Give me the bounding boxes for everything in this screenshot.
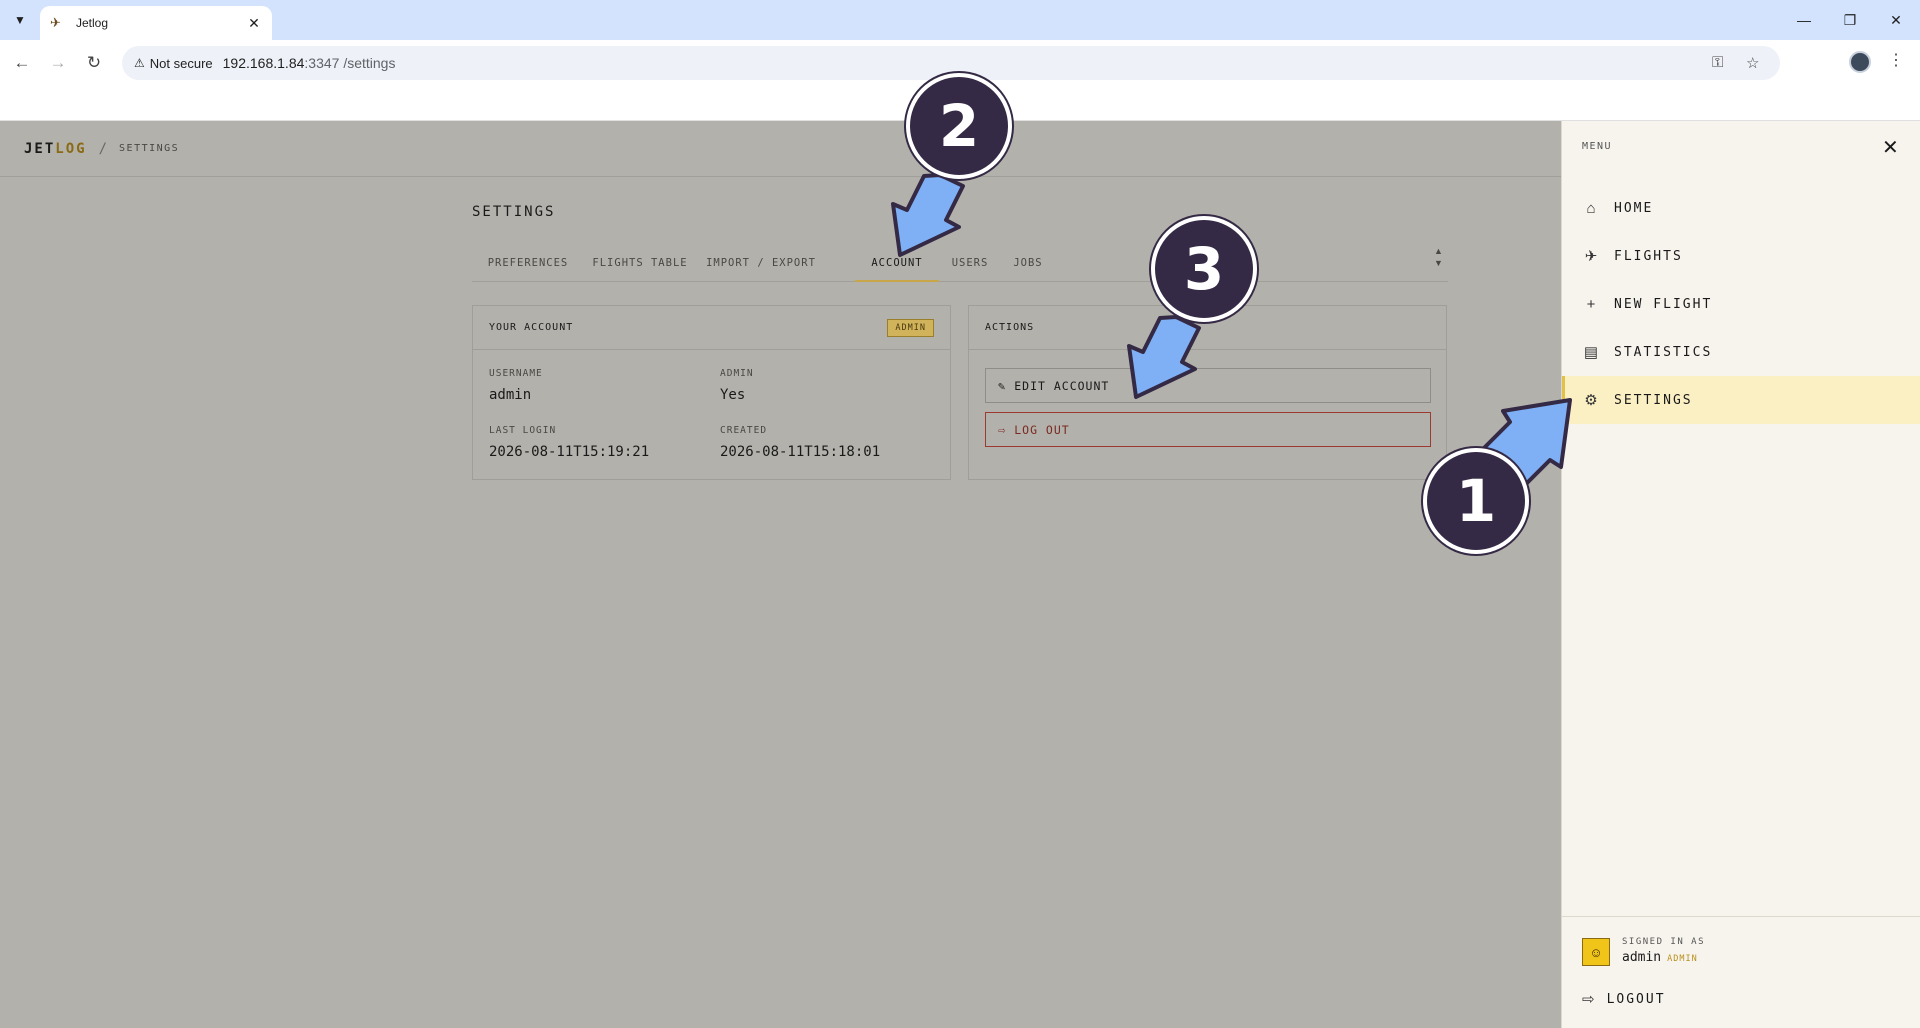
brand-logo[interactable]: JETLOG [24,141,87,157]
minimize-icon[interactable]: — [1784,8,1824,32]
close-menu-icon[interactable]: ✕ [1882,135,1899,160]
menu-item-settings[interactable]: ⚙ SETTINGS [1562,376,1920,424]
user-avatar-icon: ☺ [1582,938,1610,966]
bar-chart-icon: ▤ [1583,344,1599,361]
forward-icon[interactable]: → [44,49,72,77]
logout-icon: ⇨ [998,422,1007,437]
menu-label: MENU [1582,141,1613,152]
tab-preferences[interactable]: PREFERENCES [472,249,584,282]
admin-field: ADMIN Yes [720,368,754,403]
menu-logout-button[interactable]: ⇨ LOGOUT [1582,990,1666,1008]
password-key-icon[interactable]: ⚿ [1712,54,1723,71]
tabs-scroll-icon[interactable]: ▲ ▼ [1434,245,1443,269]
pencil-icon: ✎ [998,378,1007,393]
annotation-step-1: 1 [1423,448,1529,554]
tab-search-chevron-icon[interactable]: ▼ [6,8,34,32]
security-indicator[interactable]: ⚠ Not secure [134,56,213,71]
logout-icon: ⇨ [1582,991,1595,1008]
back-icon[interactable]: ← [8,49,36,77]
admin-badge: ADMIN [887,318,934,337]
plane-icon: ✈ [1584,248,1598,265]
tab-account[interactable]: ACCOUNT [855,249,939,282]
profile-avatar[interactable] [1849,51,1871,73]
plane-favicon-icon: ✈ [50,15,61,30]
browser-tabstrip: ▼ ✈ Jetlog ✕ — ❐ ✕ [0,0,1920,40]
user-role: ADMIN [1667,954,1698,964]
tab-title: Jetlog [76,16,109,30]
bookmark-star-icon[interactable]: ☆ [1746,54,1759,72]
tab-flights-table[interactable]: FLIGHTS TABLE [584,249,696,282]
created-field: CREATED 2026-08-11T15:18:01 [720,425,881,460]
app-viewport: JETLOG / SETTINGS SETTINGS PREFERENCES F… [0,121,1920,1028]
annotation-step-3: 3 [1151,216,1257,322]
tab-close-icon[interactable]: ✕ [246,15,262,32]
your-account-card: YOUR ACCOUNT ADMIN USERNAME admin ADMIN … [472,305,951,480]
last-login-field: LAST LOGIN 2026-08-11T15:19:21 [489,425,650,460]
url-path: :3347 /settings [304,55,396,71]
url-host: 192.168.1.84 [222,55,305,71]
signed-in-label: SIGNED IN AS [1622,937,1706,947]
app-header: JETLOG / SETTINGS [0,121,1561,177]
menu-item-statistics[interactable]: ▤ STATISTICS [1562,328,1920,376]
browser-tab[interactable]: ✈ Jetlog ✕ [40,6,272,40]
breadcrumb-separator: / [98,140,108,157]
log-out-button[interactable]: ⇨ LOG OUT [985,412,1431,447]
breadcrumb: SETTINGS [119,143,180,154]
side-menu: MENU ✕ ⌂ HOME ✈ FLIGHTS + NEW FLIGHT ▤ S… [1561,121,1920,1028]
warning-icon: ⚠ [134,56,145,70]
actions-title: ACTIONS [985,322,1035,333]
home-icon: ⌂ [1586,199,1596,217]
your-account-title: YOUR ACCOUNT [489,322,574,333]
signed-in-user: admin ADMIN [1622,950,1698,965]
tab-jobs[interactable]: JOBS [1000,249,1056,282]
restore-icon[interactable]: ❐ [1830,8,1870,32]
browser-menu-icon[interactable]: ⋮ [1888,50,1904,70]
gear-icon: ⚙ [1584,392,1598,409]
actions-card: ACTIONS ✎ EDIT ACCOUNT ⇨ LOG OUT [968,305,1447,480]
tab-users[interactable]: USERS [940,249,1000,282]
menu-item-new-flight[interactable]: + NEW FLIGHT [1562,280,1920,328]
reload-icon[interactable]: ↻ [80,49,108,77]
annotation-step-2: 2 [906,73,1012,179]
page-title: SETTINGS [472,204,556,220]
tab-import-export[interactable]: IMPORT / EXPORT [696,249,826,282]
menu-item-home[interactable]: ⌂ HOME [1562,184,1920,232]
menu-item-flights[interactable]: ✈ FLIGHTS [1562,232,1920,280]
menu-footer-divider [1562,916,1920,917]
dimmed-content-overlay[interactable]: JETLOG / SETTINGS SETTINGS PREFERENCES F… [0,121,1561,1028]
username-field: USERNAME admin [489,368,543,403]
plus-icon: + [1586,295,1596,313]
window-close-icon[interactable]: ✕ [1876,8,1916,32]
settings-tabs: PREFERENCES FLIGHTS TABLE IMPORT / EXPOR… [472,249,1448,282]
edit-account-button[interactable]: ✎ EDIT ACCOUNT [985,368,1431,403]
